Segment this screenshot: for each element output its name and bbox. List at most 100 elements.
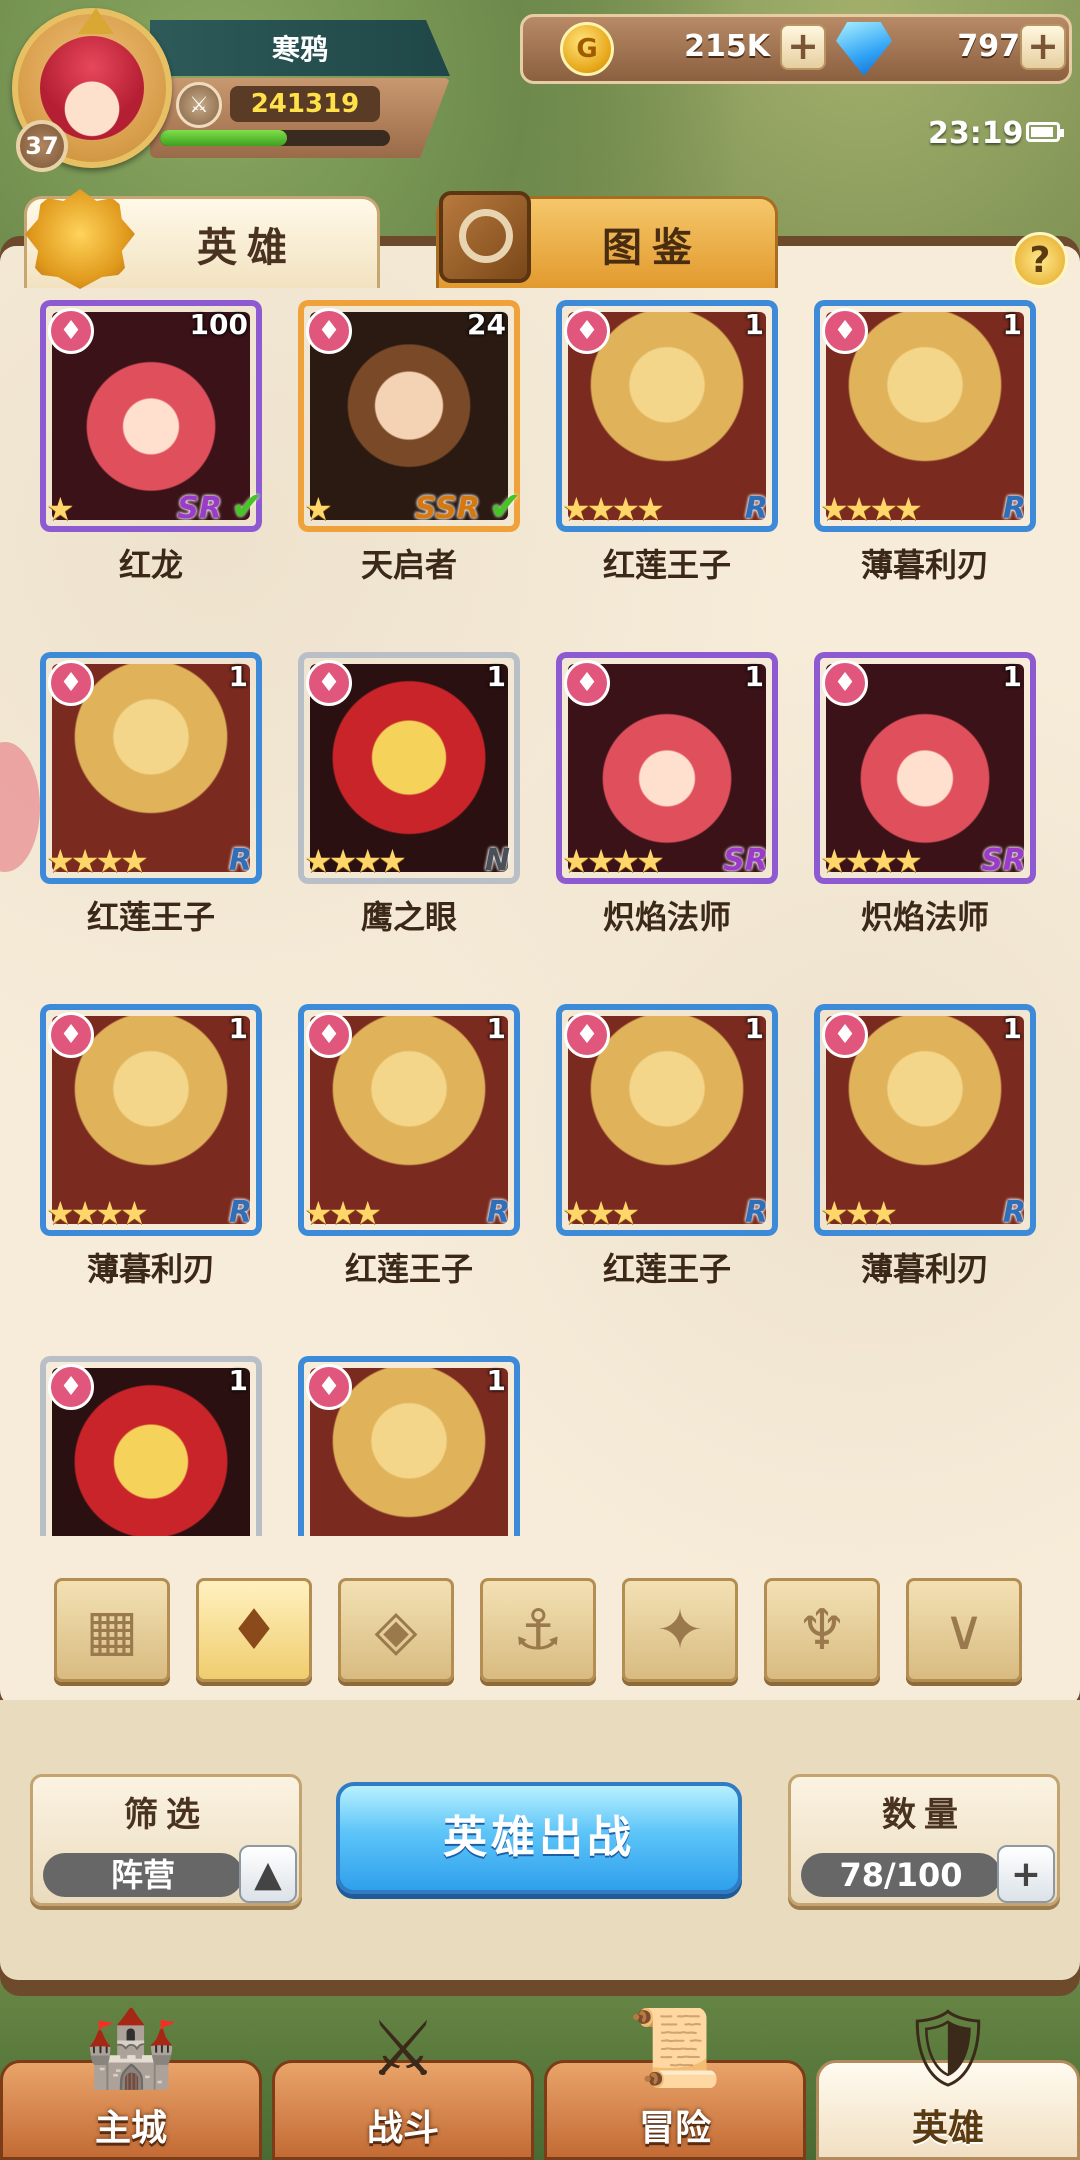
faction-icon: ♦	[564, 308, 610, 354]
deploy-heroes-button[interactable]: 英雄出战	[336, 1782, 742, 1894]
faction-icon: ♦	[48, 308, 94, 354]
hero-card[interactable]: ♦ 100 ★ SR ✔	[40, 300, 262, 532]
hero-card[interactable]: ♦1N	[40, 1356, 262, 1536]
filter-box: 筛选 阵营 ▲	[30, 1774, 302, 1906]
filter-title: 筛选	[124, 1795, 208, 1835]
nav-main-city-label: 主城	[94, 2108, 167, 2149]
hero-name: 红莲王子	[86, 898, 215, 936]
hero-level: 1	[228, 1012, 248, 1045]
hero-stars: ★★★★	[820, 490, 923, 528]
faction-icon: ♦	[306, 308, 352, 354]
hero-card[interactable]: ♦ 1 ★★★ R	[298, 1004, 520, 1236]
helmet-crest-icon	[78, 8, 114, 34]
hero-card[interactable]: ♦ 1 ★★★★ SR	[814, 652, 1036, 884]
faction-filter-button[interactable]: ⚓	[480, 1578, 596, 1682]
nav-battle[interactable]: ⚔ 战斗	[272, 2004, 534, 2160]
tab-guide-label: 图鉴	[602, 224, 702, 271]
hero-name: 薄暮利刃	[86, 1250, 215, 1288]
rarity-badge: SR	[177, 491, 222, 526]
faction-icon: ♦	[48, 1012, 94, 1058]
deployed-check-icon: ✔	[230, 484, 262, 530]
faction-icon: ♦	[48, 1364, 94, 1410]
map-scroll-icon: 📜	[627, 2003, 723, 2092]
faction-filter-button[interactable]: ◈	[338, 1578, 454, 1682]
hero-name: 炽焰法师	[602, 898, 731, 936]
hero-card[interactable]: ♦ 1 ★★★ R	[556, 1004, 778, 1236]
faction-icon: ♦	[306, 1364, 352, 1410]
hero-level: 1	[744, 660, 764, 693]
faction-icon: ♦	[822, 308, 868, 354]
hero-name: 红莲王子	[344, 1250, 473, 1288]
hero-level: 1	[1002, 1012, 1022, 1045]
hero-card[interactable]: ♦ 1 ★★★★ R	[556, 300, 778, 532]
nav-main-city[interactable]: 🏰 主城	[0, 2003, 262, 2160]
hero-card[interactable]: ♦1R	[298, 1356, 520, 1536]
hero-card[interactable]: ♦ 1 ★★★★ R	[40, 1004, 262, 1236]
exp-bar	[160, 130, 390, 146]
faction-icon: ♦	[48, 660, 94, 706]
hero-card[interactable]: ♦ 24 ★ SSR ✔	[298, 300, 520, 532]
faction-filter-bar: ▦ ♦ ◈ ⚓ ✦ ♆ ∨	[0, 1560, 1080, 1688]
hero-name: 薄暮利刃	[860, 1250, 989, 1288]
combat-power-value: 241319	[230, 86, 380, 122]
hero-card[interactable]: ♦ 1 ★★★★ R	[40, 652, 262, 884]
faction-icon: ♦	[822, 660, 868, 706]
magnifier-icon	[439, 191, 531, 283]
rarity-badge: R	[744, 491, 768, 526]
gem-amount: 797	[957, 29, 1020, 64]
hero-level: 1	[228, 1364, 248, 1397]
deployed-check-icon: ✔	[488, 484, 520, 530]
add-gems-button[interactable]: +	[1020, 24, 1066, 70]
tab-guide[interactable]: 图鉴	[436, 191, 778, 288]
hero-stars: ★★★★	[46, 1194, 149, 1232]
hero-card[interactable]: ♦ 1 ★★★★ SR	[556, 652, 778, 884]
faction-filter-button[interactable]: ♆	[764, 1578, 880, 1682]
help-button[interactable]: ?	[1012, 232, 1068, 288]
hero-level: 1	[228, 660, 248, 693]
hero-card[interactable]: ♦ 1 ★★★★ N	[298, 652, 520, 884]
hero-stars: ★	[304, 490, 333, 528]
beast-faction-icon: ✦	[656, 1597, 704, 1663]
flame-faction-icon: ♦	[228, 1597, 280, 1663]
hero-stars: ★★★	[304, 1194, 382, 1232]
rarity-badge: SSR	[414, 491, 480, 526]
expand-capacity-button[interactable]: +	[997, 1845, 1055, 1903]
nav-heroes-label: 英雄	[911, 2108, 984, 2149]
hero-card[interactable]: ♦ 1 ★★★★ R	[814, 300, 1036, 532]
hero-level: 1	[744, 308, 764, 341]
hero-name: 红莲王子	[602, 1250, 731, 1288]
battery-icon	[1026, 122, 1064, 142]
filter-dropdown-button[interactable]: ▲	[239, 1845, 297, 1903]
rarity-badge: R	[228, 1195, 252, 1230]
hero-stars: ★	[46, 490, 75, 528]
hero-name: 红莲王子	[602, 546, 731, 584]
hero-card[interactable]: ♦ 1 ★★★ R	[814, 1004, 1036, 1236]
hero-level: 1	[1002, 308, 1022, 341]
faction-filter-button[interactable]: ∨	[906, 1578, 1022, 1682]
rarity-badge: N	[484, 843, 510, 878]
grid-icon: ▦	[85, 1597, 139, 1663]
hero-stars: ★★★	[562, 1194, 640, 1232]
hero-level: 1	[486, 1012, 506, 1045]
faction-filter-button[interactable]: ▦	[54, 1578, 170, 1682]
hero-grid: ♦ 100 ★ SR ✔ 红龙 ♦ 24 ★ SSR ✔ 天启者 ♦ 1 ★★★★ R 红莲王子 ♦ 1 ★★★★ R 薄…	[0, 290, 1080, 1536]
faction-icon: ♦	[306, 660, 352, 706]
faction-filter-button[interactable]: ✦	[622, 1578, 738, 1682]
nav-heroes[interactable]: 🛡 英雄	[816, 2003, 1080, 2160]
add-gold-button[interactable]: +	[780, 24, 826, 70]
rarity-badge: SR	[723, 843, 768, 878]
player-level-badge: 37	[16, 120, 68, 172]
hero-stars: ★★★★	[562, 490, 665, 528]
gold-amount: 215K	[684, 29, 770, 64]
hero-level: 1	[1002, 660, 1022, 693]
hero-name: 薄暮利刃	[860, 546, 989, 584]
rarity-badge: SR	[981, 843, 1026, 878]
faction-filter-button[interactable]: ♦	[196, 1578, 312, 1682]
tab-heroes[interactable]: 英雄	[24, 189, 380, 289]
hero-name: 天启者	[360, 546, 457, 584]
hero-name: 红龙	[118, 546, 183, 584]
nav-adventure[interactable]: 📜 冒险	[544, 2003, 806, 2160]
faction-icon: ♦	[564, 1012, 610, 1058]
hero-stars: ★★★★	[46, 842, 149, 880]
hero-level: 1	[486, 660, 506, 693]
